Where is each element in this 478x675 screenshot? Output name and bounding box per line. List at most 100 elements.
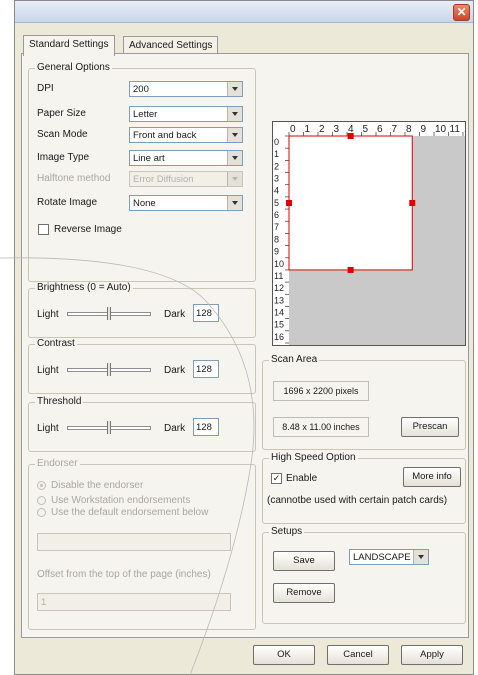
reverse-image-checkbox[interactable] bbox=[38, 224, 49, 235]
endorser-default-label: Use the default endorsement below bbox=[51, 507, 209, 518]
group-title: General Options bbox=[35, 62, 112, 73]
ruler-top-tick-label: 6 bbox=[377, 124, 383, 135]
scanner-settings-dialog: ✕ Standard Settings Advanced Settings Ge… bbox=[14, 0, 476, 675]
ruler-left-tick-label: 6 bbox=[274, 210, 279, 220]
contrast-value-field[interactable]: 128 bbox=[193, 360, 219, 378]
high-speed-enable-label: Enable bbox=[286, 473, 318, 484]
ruler-top-tick-label: 10 bbox=[435, 124, 447, 135]
brightness-slider[interactable] bbox=[67, 307, 151, 321]
high-speed-note: (cannotbe used with certain patch cards) bbox=[267, 495, 448, 506]
slider-thumb[interactable] bbox=[107, 421, 111, 434]
chevron-down-icon bbox=[227, 82, 242, 96]
setups-select[interactable]: LANDSCAPE bbox=[349, 549, 429, 565]
resize-handle[interactable] bbox=[347, 266, 354, 273]
brightness-dark-label: Dark bbox=[164, 309, 186, 320]
ruler-left-tick-label: 17 bbox=[274, 344, 284, 345]
threshold-light-label: Light bbox=[37, 423, 59, 434]
ruler-top-tick-label: 1 bbox=[305, 124, 311, 135]
rotate-image-select[interactable]: None bbox=[129, 195, 243, 211]
ruler-top-tick-label: 5 bbox=[363, 124, 369, 135]
paper-size-value: Letter bbox=[133, 109, 158, 120]
resize-handle[interactable] bbox=[347, 133, 354, 139]
endorser-workstation-label: Use Workstation endorsements bbox=[51, 495, 191, 506]
ruler-top-tick-label: 3 bbox=[334, 124, 340, 135]
endorser-workstation-radio bbox=[37, 496, 46, 505]
group-title: Scan Area bbox=[269, 354, 320, 365]
ruler-top-tick-label: 9 bbox=[421, 124, 427, 135]
high-speed-enable-checkbox[interactable]: ✓ bbox=[271, 473, 282, 484]
contrast-slider[interactable] bbox=[67, 363, 151, 377]
scan-area-inches: 8.48 x 11.00 inches bbox=[273, 417, 369, 437]
ruler-left-tick-label: 9 bbox=[274, 247, 279, 257]
chevron-down-icon bbox=[227, 151, 242, 165]
standard-settings-panel: General Options DPI 200 Paper Size Lette… bbox=[21, 53, 476, 638]
ruler-left-tick-label: 1 bbox=[274, 149, 279, 159]
endorser-offset-field: 1 bbox=[37, 593, 231, 611]
image-type-select[interactable]: Line art bbox=[129, 150, 243, 166]
scan-mode-select[interactable]: Front and back bbox=[129, 127, 243, 143]
ruler-left-tick-label: 13 bbox=[274, 295, 284, 305]
ruler-left-tick-label: 15 bbox=[274, 320, 284, 330]
ruler-top-tick-label: 12 bbox=[464, 124, 465, 135]
ruler-left-tick-label: 3 bbox=[274, 174, 279, 184]
ruler-top-tick-label: 8 bbox=[406, 124, 412, 135]
cancel-button[interactable]: Cancel bbox=[327, 645, 389, 665]
resize-handle[interactable] bbox=[286, 199, 292, 206]
paper-size-select[interactable]: Letter bbox=[129, 106, 243, 122]
more-info-button[interactable]: More info bbox=[403, 467, 461, 487]
endorser-disable-label: Disable the endorser bbox=[51, 480, 144, 491]
scan-mode-label: Scan Mode bbox=[37, 129, 88, 140]
contrast-light-label: Light bbox=[37, 365, 59, 376]
ruler-left-tick-label: 10 bbox=[274, 259, 284, 269]
ruler-top-tick-label: 0 bbox=[290, 124, 296, 135]
ruler-left-tick-label: 16 bbox=[274, 332, 284, 342]
save-setup-button[interactable]: Save bbox=[273, 551, 335, 571]
paper-size-label: Paper Size bbox=[37, 108, 86, 119]
ruler-left-tick-label: 12 bbox=[274, 283, 284, 293]
endorsement-text-field bbox=[37, 533, 231, 551]
slider-thumb[interactable] bbox=[107, 363, 111, 376]
scan-mode-value: Front and back bbox=[133, 130, 197, 141]
apply-button[interactable]: Apply bbox=[401, 645, 463, 665]
group-title: Threshold bbox=[35, 396, 84, 407]
group-title: Endorser bbox=[35, 458, 80, 469]
ruler-left-tick-label: 8 bbox=[274, 234, 279, 244]
chevron-down-icon bbox=[227, 172, 242, 186]
scan-area-group: Scan Area 1696 x 2200 pixels 8.48 x 11.0… bbox=[262, 354, 466, 450]
dpi-value: 200 bbox=[133, 84, 149, 95]
halftone-method-select: Error Diffusion bbox=[129, 171, 243, 187]
endorser-default-radio bbox=[37, 508, 46, 517]
prescan-button[interactable]: Prescan bbox=[401, 417, 459, 437]
ruler-left-tick-label: 5 bbox=[274, 198, 279, 208]
threshold-slider[interactable] bbox=[67, 421, 151, 435]
group-title: Brightness (0 = Auto) bbox=[35, 282, 133, 293]
slider-thumb[interactable] bbox=[107, 307, 111, 320]
ruler-top-tick-label: 2 bbox=[319, 124, 325, 135]
endorser-group: Endorser Disable the endorser Use Workst… bbox=[28, 458, 256, 630]
ok-button[interactable]: OK bbox=[253, 645, 315, 665]
close-button[interactable]: ✕ bbox=[453, 4, 470, 21]
ruler-left-tick-label: 2 bbox=[274, 161, 279, 171]
group-title: High Speed Option bbox=[269, 452, 358, 463]
contrast-group: Contrast Light Dark 128 bbox=[28, 338, 256, 394]
threshold-value-field[interactable]: 128 bbox=[193, 418, 219, 436]
image-type-label: Image Type bbox=[37, 152, 90, 163]
chevron-down-icon bbox=[227, 107, 242, 121]
tab-standard-settings[interactable]: Standard Settings bbox=[23, 35, 115, 56]
brightness-value-field[interactable]: 128 bbox=[193, 304, 219, 322]
general-options-group: General Options DPI 200 Paper Size Lette… bbox=[28, 62, 256, 282]
threshold-dark-label: Dark bbox=[164, 423, 186, 434]
ruler-top-tick-label: 7 bbox=[392, 124, 398, 135]
high-speed-option-group: High Speed Option ✓ Enable More info (ca… bbox=[262, 452, 466, 524]
checkmark-icon: ✓ bbox=[272, 473, 281, 483]
ruler-left-tick-label: 11 bbox=[274, 271, 283, 281]
scan-area-preview[interactable]: 0123456789101112012345678910111213141516… bbox=[272, 121, 476, 354]
halftone-method-value: Error Diffusion bbox=[133, 174, 194, 185]
remove-setup-button[interactable]: Remove bbox=[273, 583, 335, 603]
scan-preview-canvas[interactable]: 0123456789101112012345678910111213141516… bbox=[273, 122, 476, 354]
brightness-group: Brightness (0 = Auto) Light Dark 128 bbox=[28, 282, 256, 338]
halftone-method-label: Halftone method bbox=[37, 173, 111, 184]
dpi-select[interactable]: 200 bbox=[129, 81, 243, 97]
ruler-left-tick-label: 14 bbox=[274, 307, 284, 317]
resize-handle[interactable] bbox=[409, 199, 416, 206]
